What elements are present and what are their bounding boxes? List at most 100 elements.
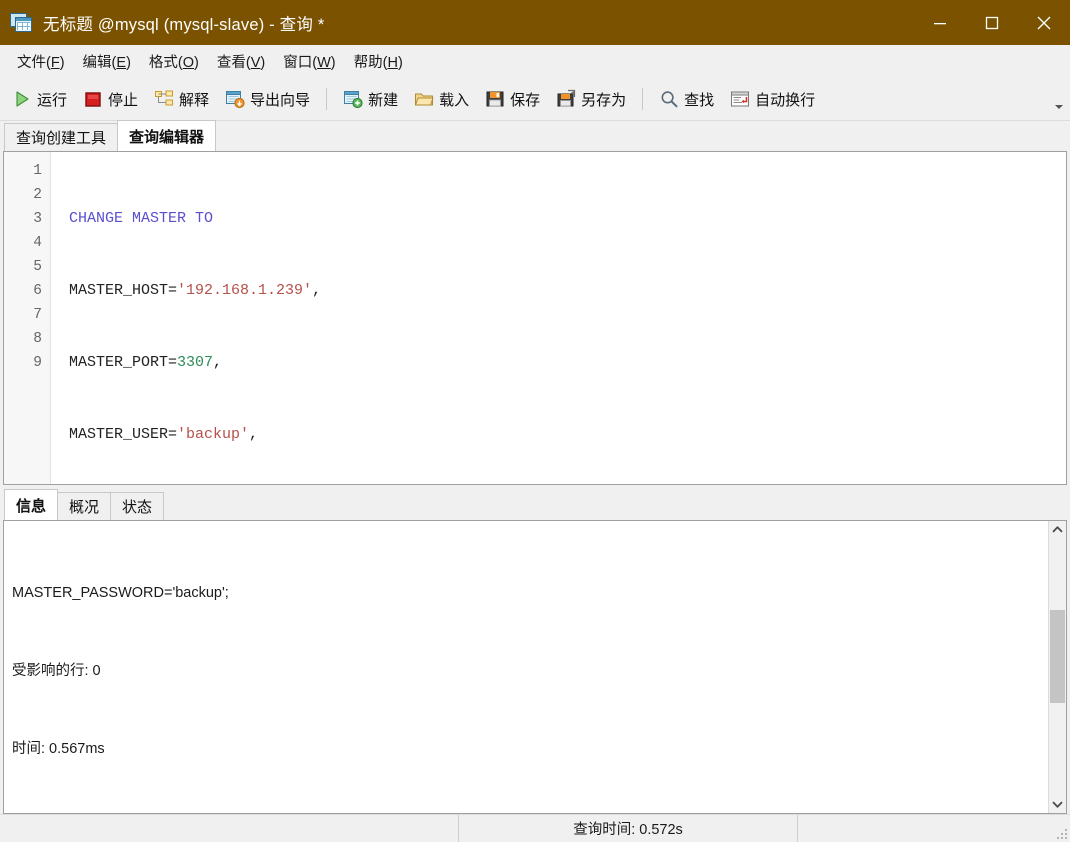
stop-button[interactable]: 停止 [75, 82, 146, 116]
menu-help[interactable]: 帮助(H) [345, 48, 412, 76]
result-vertical-scrollbar[interactable] [1048, 521, 1066, 813]
resize-grip-icon[interactable] [1054, 826, 1067, 839]
tab-query-editor[interactable]: 查询编辑器 [117, 120, 216, 151]
menu-edit[interactable]: 编辑(E) [74, 48, 140, 76]
scrollbar-track[interactable] [1049, 538, 1066, 796]
tab-query-builder-label: 查询创建工具 [16, 127, 106, 148]
sql-editor[interactable]: 1 2 3 4 5 6 7 8 9 CHANGE MASTER TO MASTE… [3, 151, 1067, 485]
menu-help-accel: H [387, 55, 397, 71]
tab-status[interactable]: 状态 [110, 492, 164, 520]
status-query-time: 查询时间: 0.572s [458, 815, 798, 842]
new-query-label: 新建 [368, 89, 398, 110]
save-icon [485, 89, 505, 109]
toolbar-overflow-button[interactable] [1052, 100, 1066, 114]
menu-window-accel: W [317, 55, 331, 71]
explain-tree-icon [154, 89, 174, 109]
menu-edit-accel: E [116, 55, 126, 71]
line-number: 6 [4, 279, 50, 303]
tab-query-builder[interactable]: 查询创建工具 [4, 123, 118, 151]
line-number: 2 [4, 183, 50, 207]
scroll-down-button[interactable] [1049, 796, 1066, 813]
menu-help-label: 帮助 [354, 55, 383, 71]
minimize-icon [932, 15, 948, 31]
word-wrap-button[interactable]: 自动换行 [722, 82, 823, 116]
result-tab-strip: 信息 概况 状态 [0, 490, 1070, 520]
code-token: CHANGE MASTER TO [69, 210, 213, 227]
explain-label: 解释 [179, 89, 209, 110]
tab-profile[interactable]: 概况 [57, 492, 111, 520]
menu-view[interactable]: 查看(V) [208, 48, 274, 76]
menu-edit-label: 编辑 [83, 55, 112, 71]
line-number: 5 [4, 255, 50, 279]
save-button[interactable]: 保存 [477, 82, 548, 116]
code-token: , [249, 426, 258, 443]
app-icon [10, 13, 34, 33]
nav icat-query-window: 无标题 @mysql (mysql-slave) - 查询 * 文件(F) 编辑… [0, 0, 1070, 842]
title-bar: 无标题 @mysql (mysql-slave) - 查询 * [0, 0, 1070, 45]
status-left-cell [0, 815, 458, 842]
editor-tab-strip: 查询创建工具 查询编辑器 [0, 121, 1070, 151]
code-line: CHANGE MASTER TO [69, 207, 1066, 231]
new-query-button[interactable]: 新建 [335, 82, 406, 116]
menu-view-label: 查看 [217, 55, 246, 71]
explain-button[interactable]: 解释 [146, 82, 217, 116]
menu-format-accel: O [183, 55, 194, 71]
export-wizard-button[interactable]: 导出向导 [217, 82, 318, 116]
line-number: 3 [4, 207, 50, 231]
code-token: 'backup' [177, 426, 249, 443]
run-button[interactable]: 运行 [4, 82, 75, 116]
search-icon [659, 89, 679, 109]
line-number-gutter: 1 2 3 4 5 6 7 8 9 [4, 152, 51, 484]
result-line: MASTER_PASSWORD='backup'; [12, 580, 1038, 606]
tab-info-label: 信息 [16, 495, 46, 516]
word-wrap-icon [730, 89, 750, 109]
export-wizard-icon [225, 89, 245, 109]
menu-window[interactable]: 窗口(W) [274, 48, 344, 76]
menu-view-accel: V [251, 55, 261, 71]
menu-file[interactable]: 文件(F) [8, 48, 74, 76]
code-line: MASTER_HOST='192.168.1.239', [69, 279, 1066, 303]
window-title: 无标题 @mysql (mysql-slave) - 查询 * [43, 11, 324, 35]
code-token: MASTER_PORT= [69, 354, 177, 371]
result-line: 受影响的行: 0 [12, 658, 1038, 684]
code-area[interactable]: CHANGE MASTER TO MASTER_HOST='192.168.1.… [51, 152, 1066, 484]
status-bar: 查询时间: 0.572s [0, 814, 1070, 842]
status-right-cell [798, 815, 1070, 842]
open-folder-icon [414, 89, 434, 109]
line-number: 4 [4, 231, 50, 255]
open-button[interactable]: 载入 [406, 82, 477, 116]
window-controls [914, 0, 1070, 45]
find-label: 查找 [684, 89, 714, 110]
stop-label: 停止 [108, 89, 138, 110]
scroll-up-button[interactable] [1049, 521, 1066, 538]
maximize-icon [984, 15, 1000, 31]
find-button[interactable]: 查找 [651, 82, 722, 116]
code-token: , [213, 354, 222, 371]
result-panel: MASTER_PASSWORD='backup'; 受影响的行: 0 时间: 0… [3, 520, 1067, 814]
code-line: MASTER_PORT=3307, [69, 351, 1066, 375]
word-wrap-label: 自动换行 [755, 89, 815, 110]
line-number: 9 [4, 351, 50, 375]
close-button[interactable] [1018, 0, 1070, 45]
toolbar: 运行 停止 解释 [0, 78, 1070, 121]
result-log[interactable]: MASTER_PASSWORD='backup'; 受影响的行: 0 时间: 0… [4, 521, 1048, 813]
close-icon [1035, 14, 1053, 32]
tab-profile-label: 概况 [69, 496, 99, 517]
maximize-button[interactable] [966, 0, 1018, 45]
tab-info[interactable]: 信息 [4, 489, 58, 520]
toolbar-separator-2 [642, 88, 643, 110]
code-token: '192.168.1.239' [177, 282, 312, 299]
menu-file-accel: F [51, 55, 60, 71]
scrollbar-thumb[interactable] [1050, 610, 1065, 703]
line-number: 1 [4, 159, 50, 183]
save-label: 保存 [510, 89, 540, 110]
line-number: 7 [4, 303, 50, 327]
tab-query-editor-label: 查询编辑器 [129, 126, 204, 147]
code-token: MASTER_USER= [69, 426, 177, 443]
minimize-button[interactable] [914, 0, 966, 45]
run-label: 运行 [37, 89, 67, 110]
save-as-button[interactable]: 另存为 [548, 82, 634, 116]
chevron-up-icon [1052, 525, 1063, 534]
menu-format[interactable]: 格式(O) [140, 48, 208, 76]
save-as-label: 另存为 [581, 89, 626, 110]
